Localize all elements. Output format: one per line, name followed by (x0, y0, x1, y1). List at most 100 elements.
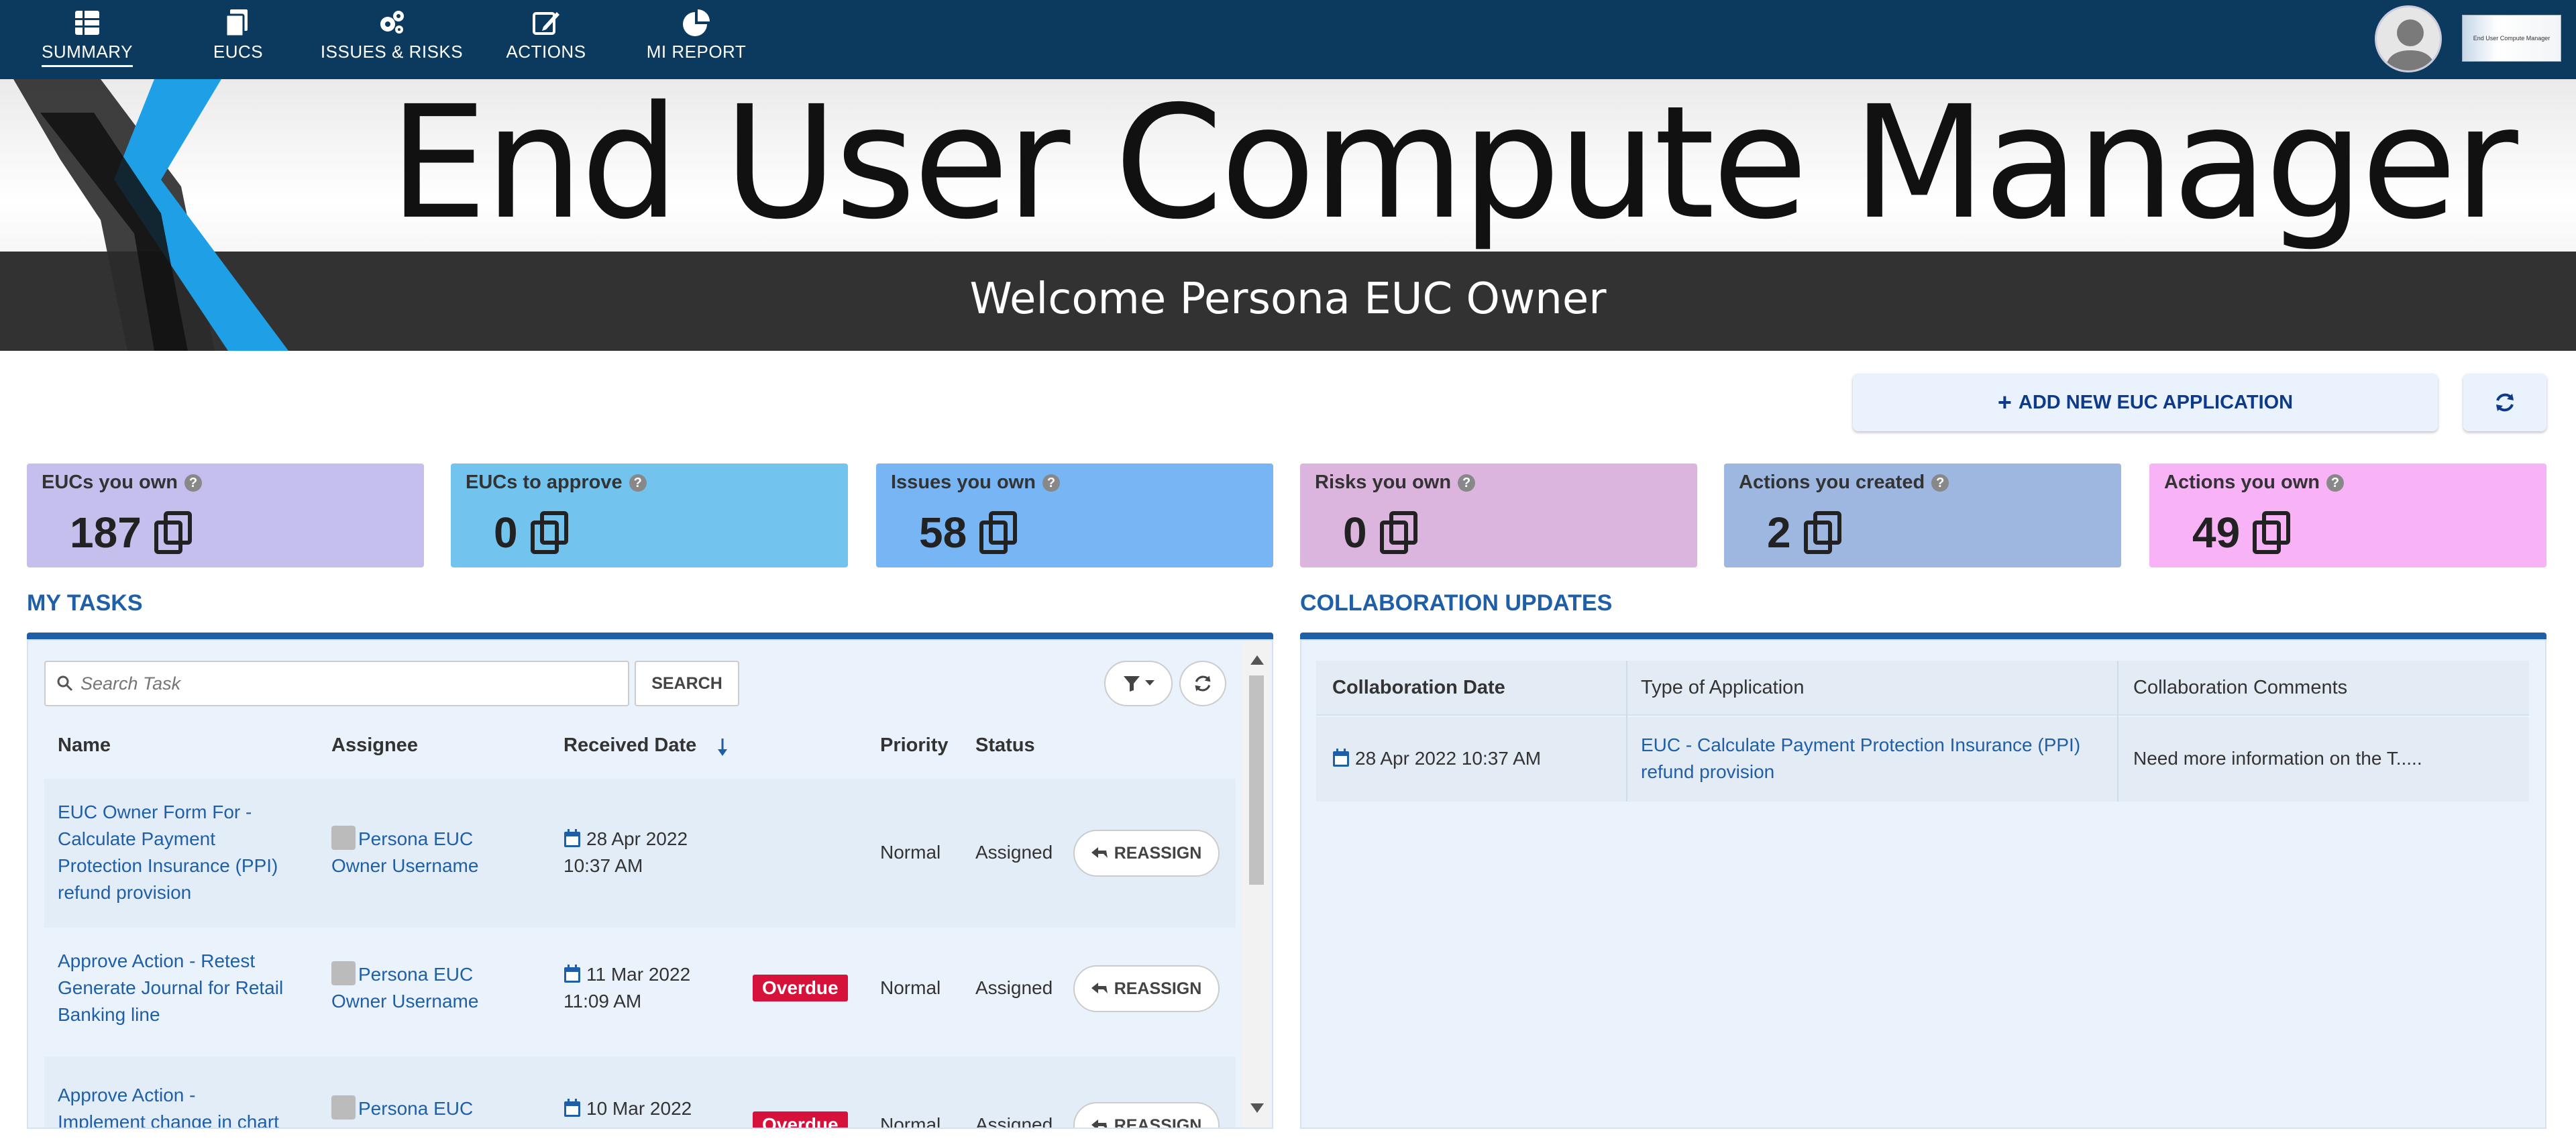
application-link[interactable]: EUC - Calculate Payment Protection Insur… (1641, 732, 2124, 785)
task-name-link[interactable]: Approve Action - Implement change in char… (58, 1082, 313, 1128)
reload-tasks-button[interactable] (1179, 661, 1226, 706)
nav-eucs[interactable]: EUCS (201, 7, 275, 74)
column-divider (1626, 661, 1627, 802)
refresh-button[interactable] (2463, 374, 2546, 431)
card-label: Issues you own? (891, 472, 1258, 494)
add-euc-application-button[interactable]: + ADD NEW EUC APPLICATION (1853, 374, 2438, 431)
user-silhouette-icon (2385, 19, 2436, 70)
col-header-name[interactable]: Name (58, 734, 111, 757)
card-label: EUCs to approve? (466, 472, 833, 494)
col-header-received-date[interactable]: Received Date (564, 734, 696, 757)
priority-value: Normal (880, 977, 941, 998)
card-label: EUCs you own? (42, 472, 409, 494)
card-eucs-to-approve[interactable]: EUCs to approve? 0 (451, 463, 848, 567)
filter-dropdown-button[interactable] (1104, 661, 1173, 706)
card-actions-you-own[interactable]: Actions you own? 49 (2149, 463, 2546, 567)
card-value: 0 (1343, 508, 1419, 557)
user-icon (331, 961, 356, 985)
reassign-button[interactable]: REASSIGN (1073, 830, 1220, 877)
refresh-icon (2496, 393, 2514, 412)
card-label: Actions you own? (2164, 472, 2532, 494)
card-label: Actions you created? (1739, 472, 2106, 494)
my-tasks-title: MY TASKS (27, 590, 143, 616)
card-eucs-you-own[interactable]: EUCs you own? 187 (27, 463, 424, 567)
copy-icon (1379, 511, 1417, 554)
collab-updates-title: COLLABORATION UPDATES (1300, 590, 1613, 616)
assignee-link[interactable]: Persona EUC (331, 1095, 533, 1122)
nav-summary[interactable]: SUMMARY (42, 7, 133, 74)
search-button[interactable]: SEARCH (635, 661, 739, 706)
scroll-down-arrow[interactable] (1250, 1103, 1264, 1113)
tasks-scrollbar[interactable] (1242, 641, 1271, 1128)
table-icon (75, 11, 99, 35)
copy-icon (530, 511, 568, 554)
help-icon[interactable]: ? (1458, 474, 1476, 492)
calendar-icon (564, 1098, 580, 1117)
scroll-up-arrow[interactable] (1250, 655, 1264, 665)
col-header-assignee[interactable]: Assignee (331, 734, 418, 757)
add-euc-label: ADD NEW EUC APPLICATION (2018, 391, 2294, 413)
received-date: 10 Mar 2022 (564, 1095, 718, 1122)
edit-icon (533, 12, 559, 35)
card-value: 49 (2192, 508, 2292, 557)
priority-value: Normal (880, 1114, 941, 1129)
table-row[interactable]: EUC Owner Form For - Calculate Payment Pro… (44, 779, 1236, 928)
help-icon[interactable]: ? (184, 474, 203, 492)
help-icon[interactable]: ? (1931, 474, 1949, 492)
received-date: 11 Mar 2022 11:09 AM (564, 964, 691, 1012)
calendar-icon (1333, 748, 1349, 767)
nav-mi-report[interactable]: MI REPORT (646, 7, 747, 74)
task-name-link[interactable]: Approve Action - Retest Generate Journal … (58, 948, 313, 1028)
card-risks-you-own[interactable]: Risks you own? 0 (1300, 463, 1697, 567)
copy-icon (979, 511, 1018, 554)
filter-icon (1124, 676, 1140, 692)
banner-title: End User Compute Manager (389, 79, 2518, 254)
calendar-icon (564, 964, 580, 983)
copy-icon (225, 9, 248, 38)
reassign-button[interactable]: REASSIGN (1073, 1102, 1220, 1128)
nav-actions[interactable]: ACTIONS (506, 7, 586, 74)
my-tasks-rule (27, 633, 1273, 639)
copy-icon (154, 511, 192, 554)
card-issues-you-own[interactable]: Issues you own? 58 (876, 463, 1273, 567)
priority-value: Normal (880, 842, 941, 863)
help-icon[interactable]: ? (1042, 474, 1060, 492)
hero-banner: End User Compute Manager Welcome Persona… (0, 79, 2576, 351)
col-header-comments[interactable]: Collaboration Comments (2133, 677, 2347, 699)
col-header-priority[interactable]: Priority (880, 734, 949, 757)
assignee-link[interactable]: Persona EUC Owner Username (331, 961, 533, 1015)
card-actions-you-created[interactable]: Actions you created? 2 (1724, 463, 2121, 567)
collab-date: 28 Apr 2022 10:37 AM (1332, 745, 1541, 772)
sort-descending-icon[interactable] (716, 737, 729, 757)
col-header-collab-date[interactable]: Collaboration Date (1332, 677, 1505, 699)
nav-label: MI REPORT (646, 42, 747, 62)
overdue-badge: Overdue (753, 975, 848, 1001)
search-icon (57, 675, 73, 692)
table-row[interactable]: Approve Action - Implement change in char… (44, 1056, 1236, 1129)
user-avatar[interactable] (2375, 5, 2442, 72)
my-tasks-panel: SEARCH Name Assignee Received Date Prior… (27, 639, 1273, 1129)
help-icon[interactable]: ? (2326, 474, 2344, 492)
search-task-field[interactable] (44, 661, 629, 706)
task-name-link[interactable]: EUC Owner Form For - Calculate Payment Pro… (58, 799, 299, 906)
nav-label: ACTIONS (506, 42, 586, 62)
table-row[interactable]: Approve Action - Retest Generate Journal … (44, 928, 1236, 1056)
assignee-link[interactable]: Persona EUC Owner Username (331, 825, 533, 879)
collab-table-header: Collaboration Date Type of Application C… (1316, 661, 2529, 716)
search-task-input[interactable] (80, 673, 617, 694)
collab-comment: Need more information on the T..... (2133, 748, 2422, 769)
collab-updates-panel: Collaboration Date Type of Application C… (1300, 639, 2546, 1129)
col-header-type[interactable]: Type of Application (1641, 677, 1804, 699)
collab-row[interactable]: 28 Apr 2022 10:37 AM EUC - Calculate Pay… (1316, 717, 2529, 802)
scroll-thumb[interactable] (1249, 675, 1264, 885)
welcome-message: Welcome Persona EUC Owner (969, 274, 1607, 324)
nav-issues-risks[interactable]: ISSUES & RISKS (321, 7, 463, 74)
copy-icon (1803, 511, 1841, 554)
col-header-status[interactable]: Status (975, 734, 1035, 757)
reassign-button[interactable]: REASSIGN (1073, 965, 1220, 1012)
plus-icon: + (1997, 388, 2012, 416)
help-icon[interactable]: ? (629, 474, 647, 492)
calendar-icon (564, 828, 580, 847)
card-label: Risks you own? (1315, 472, 1682, 494)
nav-label: EUCS (213, 42, 264, 62)
